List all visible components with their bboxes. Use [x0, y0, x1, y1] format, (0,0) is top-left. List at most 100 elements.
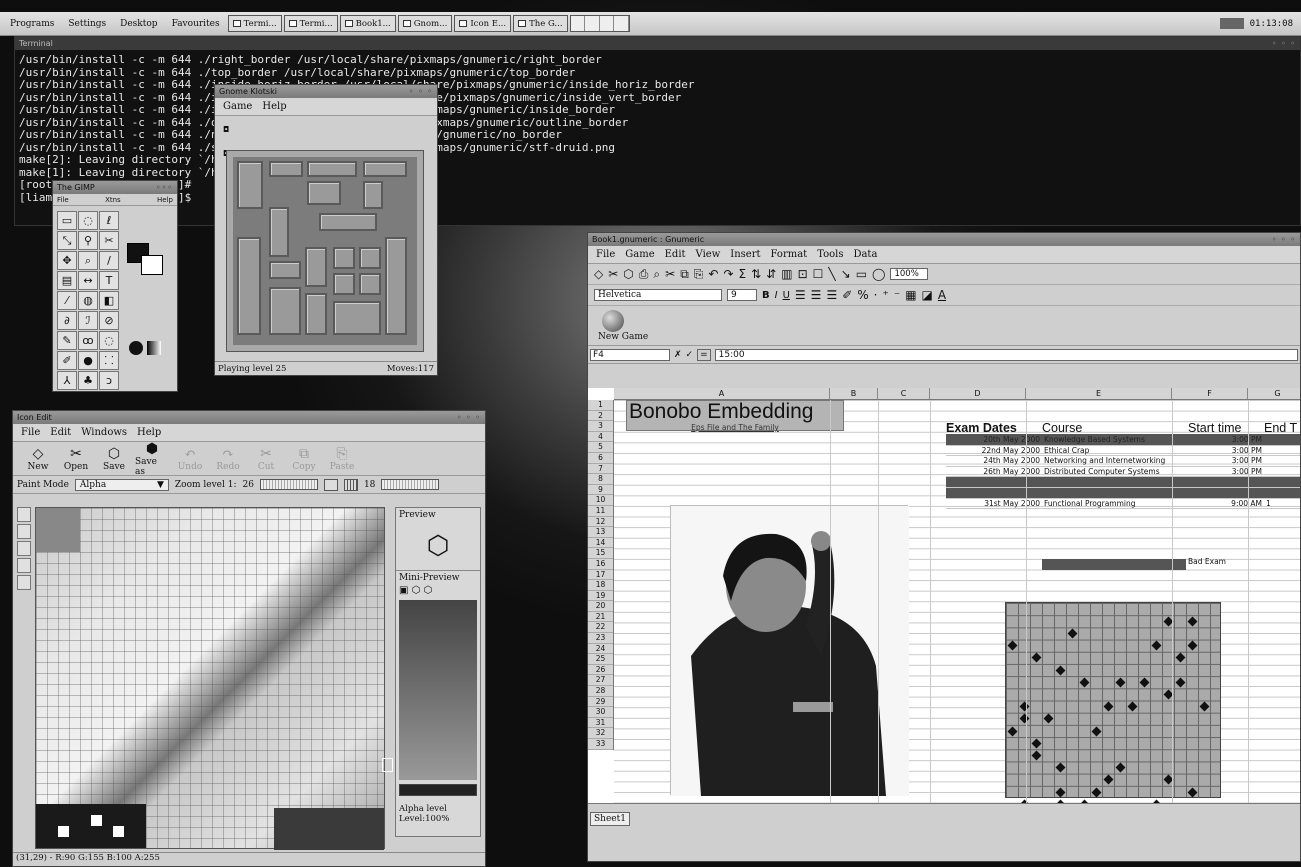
grid-toggle-icon[interactable] [323, 478, 338, 491]
underline-icon[interactable]: U [783, 290, 790, 301]
preview-icon[interactable]: ⌕ [653, 267, 660, 282]
row-header[interactable]: 31 [588, 718, 613, 729]
block[interactable] [269, 287, 301, 335]
line-icon[interactable]: ╲ [828, 267, 835, 281]
bonobo-link[interactable]: Eps File and The Family [627, 423, 843, 432]
menu-game[interactable]: Game [223, 101, 252, 112]
cancel-icon[interactable]: ✗ [674, 350, 682, 360]
mine-marker-icon[interactable] [1019, 701, 1029, 712]
mine-marker-icon[interactable] [1127, 701, 1137, 712]
text-tool-icon[interactable] [17, 575, 31, 590]
mine-marker-icon[interactable] [1019, 713, 1029, 724]
gnumeric-window[interactable]: Book1.gnumeric : Gnumeric ◦ ◦ ◦ File Game… [587, 232, 1301, 862]
copy-icon[interactable]: ⧉ [680, 267, 689, 282]
row-header[interactable]: 23 [588, 633, 613, 644]
mine-marker-icon[interactable] [1091, 787, 1101, 797]
title-bar[interactable]: The GIMP ◦◦◦ [53, 181, 177, 194]
column-header[interactable]: B [830, 388, 878, 399]
row-header[interactable]: 4 [588, 432, 613, 443]
row-header[interactable]: 9 [588, 485, 613, 496]
gradient-icon[interactable] [147, 341, 161, 355]
row-header[interactable]: 5 [588, 442, 613, 453]
tool-button-icon[interactable]: ✂ [99, 231, 119, 250]
block[interactable] [359, 273, 381, 295]
rectangle-icon[interactable]: ▭ [856, 267, 867, 281]
column-header[interactable]: D [930, 388, 1026, 399]
mine-marker-icon[interactable] [1139, 677, 1149, 688]
panel-menu-programs[interactable]: Programs [4, 19, 60, 29]
mine-marker-icon[interactable] [1067, 628, 1077, 639]
tool-button-icon[interactable]: ✐ [57, 351, 77, 370]
cell-area[interactable]: Bonobo Embedding Eps File and The Family… [614, 400, 1300, 833]
row-header[interactable]: 18 [588, 580, 613, 591]
paste-icon[interactable]: ⎘ [694, 267, 704, 282]
menu-file[interactable]: File [596, 249, 615, 260]
row-header[interactable]: 26 [588, 665, 613, 676]
fill-tool-icon[interactable] [17, 541, 31, 556]
block[interactable] [237, 161, 263, 209]
row-header[interactable]: 7 [588, 464, 613, 475]
font-name-combo[interactable]: Helvetica [594, 289, 722, 301]
block[interactable] [305, 247, 327, 287]
menu-edit[interactable]: Edit [665, 249, 686, 260]
background-color-swatch[interactable] [141, 255, 163, 275]
block[interactable] [363, 161, 407, 177]
title-bar[interactable]: Gnome Klotski ◦ ◦ ◦ [215, 85, 437, 98]
block[interactable] [333, 273, 355, 295]
block[interactable] [269, 207, 289, 257]
grid-toggle-icon[interactable] [343, 478, 358, 491]
tool-button-icon[interactable]: ▤ [57, 271, 77, 290]
row-header[interactable]: 30 [588, 707, 613, 718]
mine-marker-icon[interactable] [1199, 701, 1209, 712]
title-bar[interactable]: Book1.gnumeric : Gnumeric ◦ ◦ ◦ [588, 233, 1300, 246]
toolbar-button-save[interactable]: ⬡ Save [97, 446, 131, 472]
row-header[interactable]: 32 [588, 728, 613, 739]
sort-descending-icon[interactable]: ⇵ [766, 267, 776, 281]
row-header[interactable]: 21 [588, 612, 613, 623]
row-header[interactable]: 22 [588, 622, 613, 634]
money-icon[interactable]: ✐ [842, 288, 852, 302]
desktop-pager[interactable] [569, 15, 630, 32]
toolbar-button-cut[interactable]: ✂ Cut [249, 446, 283, 472]
column-header[interactable]: C [878, 388, 930, 399]
mine-marker-icon[interactable] [1175, 677, 1185, 688]
brush-icon[interactable] [129, 341, 143, 355]
tool-button-icon[interactable]: ꝏ [78, 331, 98, 350]
sheet-grid[interactable]: ABCDEFG 1 2 3 4 5 6 7 8 9 10 11 12 13 14 15 16 17 18 19 20 2… [588, 388, 1300, 833]
title-bar[interactable]: Icon Edit ◦ ◦ ◦ [13, 411, 485, 424]
mine-marker-icon[interactable] [1115, 762, 1125, 773]
taskbar-gnome[interactable]: Gnom... [397, 15, 453, 32]
mine-marker-icon[interactable] [1091, 726, 1101, 736]
terminal-output[interactable]: /usr/bin/install -c -m 644 ./right_borde… [15, 50, 1300, 208]
mine-marker-icon[interactable] [1187, 787, 1197, 797]
fill-color-icon[interactable]: ◪ [922, 288, 933, 302]
ellipse-icon[interactable]: ◯ [872, 267, 885, 281]
mine-marker-icon[interactable] [1031, 750, 1041, 761]
tool-button-icon[interactable]: T [99, 271, 119, 290]
icon-edit-window[interactable]: Icon Edit ◦ ◦ ◦ File Edit Windows Help ◇ N… [12, 410, 486, 867]
tool-button-icon[interactable]: ⁄ [57, 291, 77, 310]
taskbar-terminal-1[interactable]: Termi... [227, 15, 282, 32]
terminal-window[interactable]: Terminal ◦ ◦ ◦ /usr/bin/install -c -m 644… [14, 36, 1301, 226]
align-right-icon[interactable]: ☰ [826, 288, 837, 302]
mine-marker-icon[interactable] [1187, 616, 1197, 627]
toolbar-button-open[interactable]: ✂ Open [59, 446, 93, 472]
pixel-canvas[interactable] [35, 507, 393, 850]
mine-marker-icon[interactable] [1055, 762, 1065, 773]
menu-file[interactable]: File [21, 427, 40, 438]
embedded-photo[interactable] [670, 505, 909, 796]
menu-file[interactable]: File [57, 196, 69, 204]
column-header[interactable]: G [1248, 388, 1300, 399]
taskbar-book1[interactable]: Book1... [339, 15, 396, 32]
block[interactable] [305, 293, 327, 335]
block[interactable] [307, 181, 341, 205]
percent-icon[interactable]: % [857, 288, 868, 302]
function-icon[interactable]: = [697, 348, 711, 361]
menu-data[interactable]: Data [853, 249, 877, 260]
taskbar-terminal-2[interactable]: Termi... [283, 15, 338, 32]
toolbar-button-save-as[interactable]: ⬢ Save as [135, 441, 169, 477]
font-color-icon[interactable]: A [938, 288, 946, 302]
tool-button-icon[interactable]: ● [78, 351, 98, 370]
tool-button-icon[interactable]: ⅄ [57, 371, 77, 390]
row-header[interactable]: 33 [588, 739, 613, 750]
